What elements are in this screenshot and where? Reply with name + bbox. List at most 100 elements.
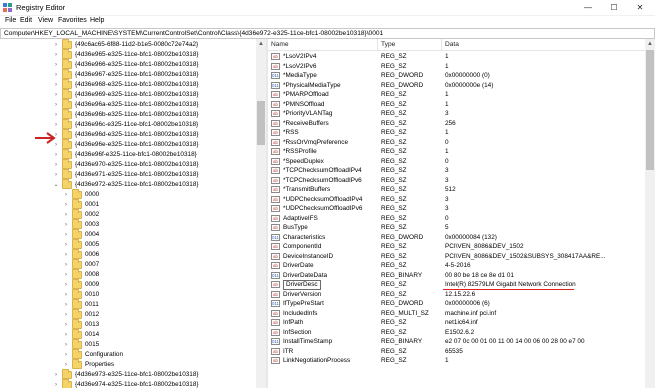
chevron-right-icon[interactable]: › — [62, 240, 70, 250]
value-row[interactable]: 011 InstallTimeStamp REG_BINARY e2 07 0c 00… — [268, 337, 645, 347]
menu-edit[interactable]: Edit — [20, 17, 32, 24]
chevron-right-icon[interactable]: › — [62, 230, 70, 240]
value-row[interactable]: ab *LsoV2IPv6 REG_SZ 1 — [268, 62, 645, 72]
value-row[interactable]: ab *ReceiveBuffers REG_SZ 256 — [268, 119, 645, 129]
menu-help[interactable]: Help — [90, 17, 104, 24]
value-row[interactable]: ab AdaptiveIFS REG_SZ 0 — [268, 214, 645, 224]
chevron-right-icon[interactable]: › — [62, 320, 70, 330]
value-row[interactable]: ab InfPath REG_SZ net1ic64.inf — [268, 318, 645, 328]
value-row[interactable]: ab LinkNegotiationProcess REG_SZ 1 — [268, 356, 645, 366]
chevron-right-icon[interactable]: › — [62, 330, 70, 340]
value-row[interactable]: ab DeviceInstanceID REG_SZ PCI\VEN_8086&DEV… — [268, 252, 645, 262]
tree-item[interactable]: › 0011 — [0, 299, 256, 310]
chevron-right-icon[interactable]: › — [52, 90, 60, 100]
value-row[interactable]: ab *PMARPOffload REG_SZ 1 — [268, 90, 645, 100]
menu-view[interactable]: View — [38, 17, 53, 24]
value-row[interactable]: ab *TCPChecksumOffloadIPv6 REG_SZ 3 — [268, 176, 645, 186]
chevron-right-icon[interactable]: › — [62, 340, 70, 350]
chevron-right-icon[interactable]: › — [52, 150, 60, 160]
chevron-right-icon[interactable]: › — [62, 200, 70, 210]
chevron-right-icon[interactable]: › — [62, 210, 70, 220]
tree-item[interactable]: › Configuration — [0, 349, 256, 360]
value-row[interactable]: 011 IfTypePreStart REG_DWORD 0x00000006 (6) — [268, 299, 645, 309]
value-row[interactable]: ab *RSS REG_SZ 1 — [268, 128, 645, 138]
value-row[interactable]: ab *TransmitBuffers REG_SZ 512 — [268, 185, 645, 195]
tree-item[interactable]: › 0015 — [0, 339, 256, 350]
value-row[interactable]: ab DriverDesc REG_SZ Intel(R) 82579LM Gigab… — [268, 280, 645, 290]
tree-item[interactable]: › {4d36e96f-e325-11ce-bfc1-08002be10318} — [0, 149, 256, 160]
chevron-right-icon[interactable]: › — [52, 370, 60, 380]
value-row[interactable]: ab *SpeedDuplex REG_SZ 0 — [268, 157, 645, 167]
value-row[interactable]: ab ITR REG_SZ 65535 — [268, 347, 645, 357]
chevron-right-icon[interactable]: › — [52, 160, 60, 170]
value-row[interactable]: ab *TCPChecksumOffloadIPv4 REG_SZ 3 — [268, 166, 645, 176]
value-row[interactable]: ab DriverVersion REG_SZ 12.15.22.6 — [268, 290, 645, 300]
tree-item[interactable]: › 0002 — [0, 209, 256, 220]
tree-scroll-thumb[interactable] — [257, 101, 265, 145]
tree-item[interactable]: › 0013 — [0, 319, 256, 330]
tree-item[interactable]: › Properties — [0, 359, 256, 370]
tree-item[interactable]: › 0014 — [0, 329, 256, 340]
tree-scrollbar[interactable]: ▲ — [256, 39, 266, 388]
maximize-button[interactable]: ☐ — [601, 0, 627, 16]
scroll-up-icon[interactable]: ▲ — [256, 39, 266, 49]
chevron-right-icon[interactable]: › — [52, 380, 60, 388]
tree-item[interactable]: › {4d36e967-e325-11ce-bfc1-08002be10318} — [0, 69, 256, 80]
chevron-right-icon[interactable]: › — [62, 190, 70, 200]
tree-item[interactable]: › {4d36e966-e325-11ce-bfc1-08002be10318} — [0, 59, 256, 70]
tree-item[interactable]: › 0012 — [0, 309, 256, 320]
tree-item[interactable]: › {4d36e973-e325-11ce-bfc1-08002be10318} — [0, 369, 256, 380]
chevron-right-icon[interactable]: › — [62, 280, 70, 290]
chevron-right-icon[interactable]: › — [52, 80, 60, 90]
chevron-right-icon[interactable]: › — [52, 110, 60, 120]
chevron-right-icon[interactable]: › — [62, 270, 70, 280]
chevron-right-icon[interactable]: › — [52, 40, 60, 50]
chevron-right-icon[interactable]: › — [52, 100, 60, 110]
close-button[interactable]: ✕ — [627, 0, 653, 16]
tree-item[interactable]: › 0004 — [0, 229, 256, 240]
chevron-right-icon[interactable]: › — [52, 170, 60, 180]
menu-favorites[interactable]: Favorites — [58, 17, 87, 24]
column-header-type[interactable]: Type — [378, 39, 442, 50]
value-row[interactable]: ab IncludedInfs REG_MULTI_SZ machine.inf pc… — [268, 309, 645, 319]
tree-item[interactable]: › {49c6ac65-6f88-11d2-b1e5-0080c72e74a2} — [0, 39, 256, 50]
chevron-right-icon[interactable]: › — [62, 310, 70, 320]
tree-item[interactable]: › {4d36e970-e325-11ce-bfc1-08002be10318} — [0, 159, 256, 170]
chevron-right-icon[interactable]: › — [52, 120, 60, 130]
tree-item[interactable]: › 0003 — [0, 219, 256, 230]
tree-item[interactable]: › 0009 — [0, 279, 256, 290]
value-row[interactable]: ab *UDPChecksumOffloadIPv4 REG_SZ 3 — [268, 195, 645, 205]
tree-item[interactable]: › 0010 — [0, 289, 256, 300]
chevron-right-icon[interactable]: › — [62, 250, 70, 260]
tree-item[interactable]: › {4d36e96b-e325-11ce-bfc1-08002be10318} — [0, 109, 256, 120]
value-row[interactable]: ab BusType REG_SZ 5 — [268, 223, 645, 233]
value-row[interactable]: 011 *MediaType REG_DWORD 0x00000000 (0) — [268, 71, 645, 81]
chevron-right-icon[interactable]: › — [62, 350, 70, 360]
tree-item[interactable]: › {4d36e969-e325-11ce-bfc1-08002be10318} — [0, 89, 256, 100]
tree-item[interactable]: › {4d36e96c-e325-11ce-bfc1-08002be10318} — [0, 119, 256, 130]
tree-item[interactable]: › 0007 — [0, 259, 256, 270]
value-row[interactable]: ab InfSection REG_SZ E1502.6.2 — [268, 328, 645, 338]
value-row[interactable]: ab ComponentId REG_SZ PCI\VEN_8086&DEV_1502 — [268, 242, 645, 252]
scroll-up-icon[interactable]: ▲ — [645, 39, 655, 49]
value-row[interactable]: ab *RssOrVmqPreference REG_SZ 0 — [268, 138, 645, 148]
chevron-down-icon[interactable]: ⌄ — [52, 180, 60, 190]
value-row[interactable]: 011 Characteristics REG_DWORD 0x00000084 (1… — [268, 233, 645, 243]
values-scroll-thumb[interactable] — [646, 50, 654, 170]
tree-item[interactable]: › 0006 — [0, 249, 256, 260]
value-row[interactable]: ab *UDPChecksumOffloadIPv6 REG_SZ 3 — [268, 204, 645, 214]
column-header-name[interactable]: Name — [268, 39, 378, 50]
chevron-right-icon[interactable]: › — [52, 60, 60, 70]
column-header-data[interactable]: Data — [442, 39, 645, 50]
tree-item[interactable]: › 0005 — [0, 239, 256, 250]
value-row[interactable]: 011 DriverDateData REG_BINARY 00 80 be 18 c… — [268, 271, 645, 281]
chevron-right-icon[interactable]: › — [62, 260, 70, 270]
value-row[interactable]: ab *RSSProfile REG_SZ 1 — [268, 147, 645, 157]
tree-item[interactable]: › {4d36e968-e325-11ce-bfc1-08002be10318} — [0, 79, 256, 90]
chevron-right-icon[interactable]: › — [62, 220, 70, 230]
chevron-right-icon[interactable]: › — [62, 290, 70, 300]
tree-item[interactable]: ⌄ {4d36e972-e325-11ce-bfc1-08002be10318} — [0, 179, 256, 190]
tree-item[interactable]: › 0008 — [0, 269, 256, 280]
menu-file[interactable]: File — [5, 17, 16, 24]
value-row[interactable]: ab DriverDate REG_SZ 4-5-2016 — [268, 261, 645, 271]
